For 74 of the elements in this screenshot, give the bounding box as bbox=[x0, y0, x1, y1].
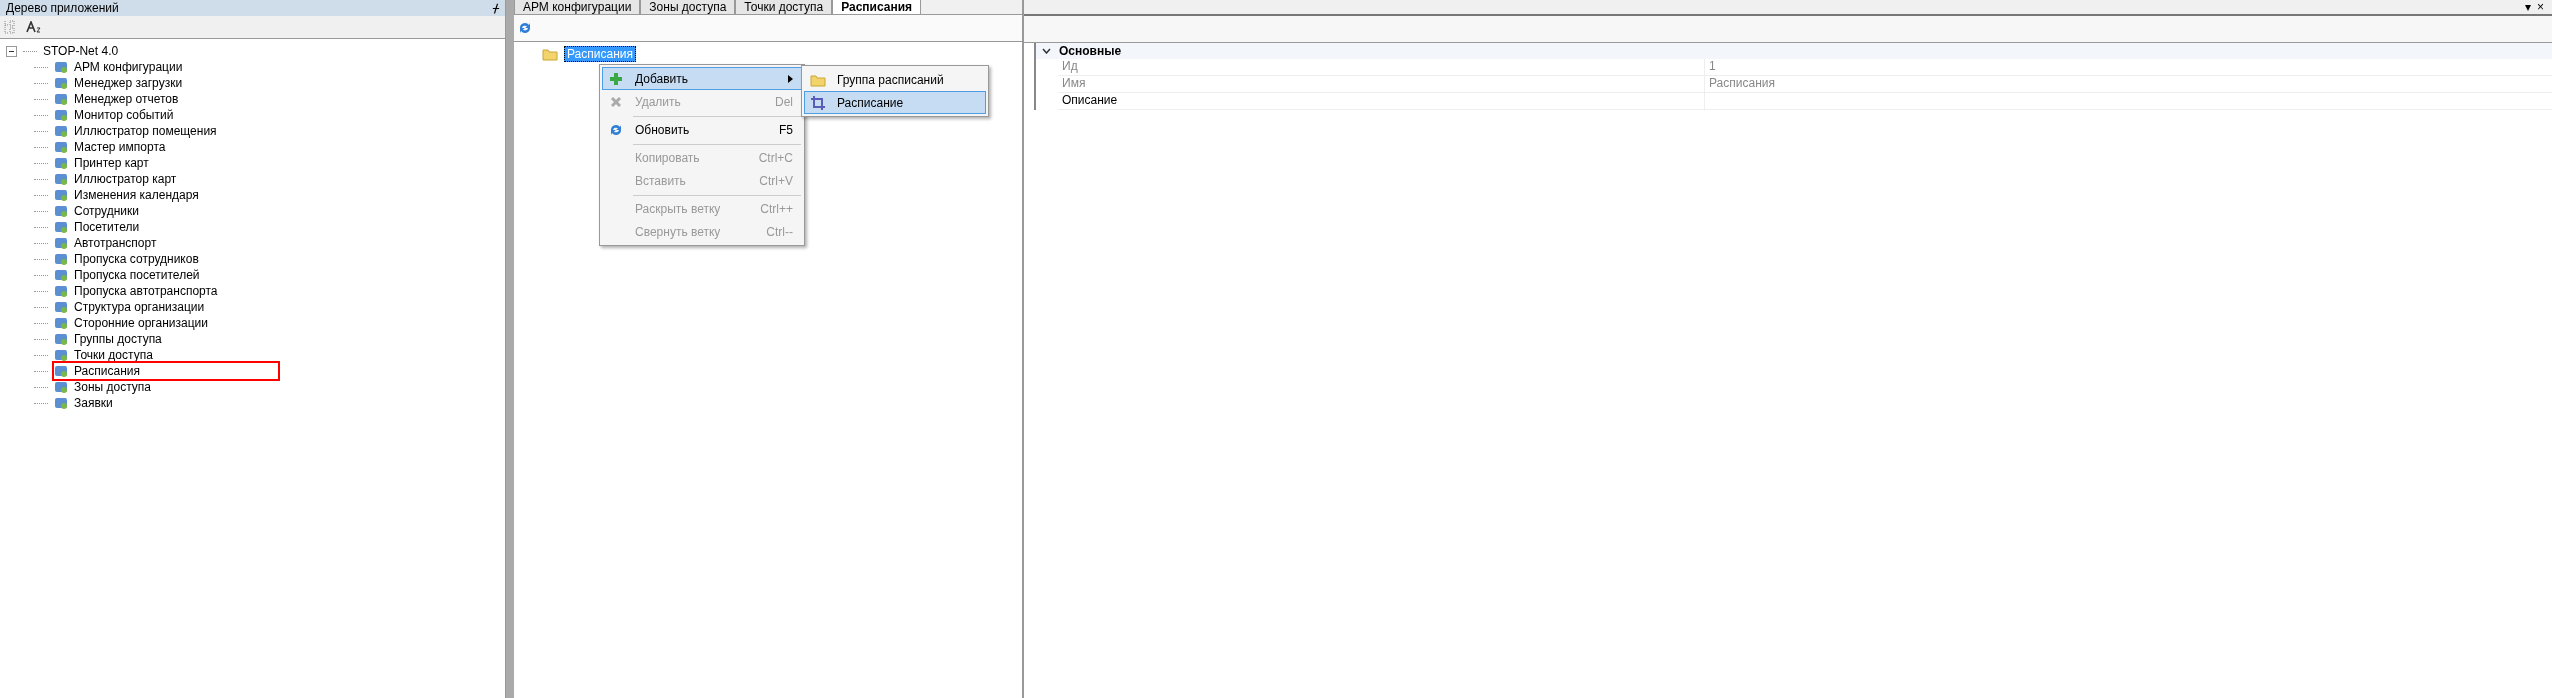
dropdown-button[interactable]: ▾ bbox=[2525, 1, 2531, 13]
tree-item[interactable]: Принтер карт bbox=[54, 155, 153, 171]
tree-item[interactable]: Сотрудники bbox=[54, 203, 143, 219]
module-icon bbox=[54, 316, 68, 330]
tree-item[interactable]: Изменения календаря bbox=[54, 187, 203, 203]
module-icon bbox=[54, 236, 68, 250]
module-icon bbox=[54, 108, 68, 122]
module-icon bbox=[54, 172, 68, 186]
tab[interactable]: Расписания bbox=[832, 0, 922, 14]
module-icon bbox=[54, 284, 68, 298]
plus-icon bbox=[609, 71, 623, 86]
tree-item[interactable]: Мастер импорта bbox=[54, 139, 170, 155]
tree-item[interactable]: Точки доступа bbox=[54, 347, 157, 363]
tree-item[interactable]: Иллюстратор помещения bbox=[54, 123, 221, 139]
module-icon bbox=[54, 92, 68, 106]
category-header[interactable]: Основные bbox=[1036, 43, 2552, 59]
module-icon bbox=[54, 204, 68, 218]
tree-item[interactable]: Посетители bbox=[54, 219, 144, 235]
panel-title: Дерево приложений bbox=[6, 1, 119, 15]
close-button[interactable]: × bbox=[2537, 1, 2544, 13]
module-icon bbox=[54, 364, 68, 378]
property-value[interactable]: Расписания bbox=[1704, 76, 2552, 92]
module-icon bbox=[54, 380, 68, 394]
folder-icon bbox=[542, 47, 558, 61]
tree-root[interactable]: STOP-Net 4.0 bbox=[43, 44, 119, 58]
cross-icon bbox=[610, 95, 622, 108]
tab[interactable]: Точки доступа bbox=[735, 0, 833, 14]
tab[interactable]: АРМ конфигурации bbox=[514, 0, 641, 14]
tree-item[interactable]: Сторонние организации bbox=[54, 315, 212, 331]
tree-item[interactable]: Заявки bbox=[54, 395, 117, 411]
sort-icon[interactable] bbox=[26, 21, 42, 33]
tree-item[interactable]: Менеджер отчетов bbox=[54, 91, 183, 107]
tab[interactable]: Зоны доступа bbox=[640, 0, 736, 14]
property-value[interactable]: 1 bbox=[1704, 59, 2552, 75]
module-icon bbox=[54, 332, 68, 346]
tree-item[interactable]: Группы доступа bbox=[54, 331, 166, 347]
module-icon bbox=[54, 76, 68, 90]
module-icon bbox=[54, 156, 68, 170]
refresh-icon bbox=[518, 21, 532, 35]
module-icon bbox=[54, 348, 68, 362]
tree-item[interactable]: Пропуска посетителей bbox=[54, 267, 204, 283]
tree-item[interactable]: Зоны доступа bbox=[54, 379, 155, 395]
pin-button[interactable]: ᚋ bbox=[493, 2, 499, 14]
module-icon bbox=[54, 396, 68, 410]
menu-item[interactable]: Добавить bbox=[602, 67, 802, 90]
module-icon bbox=[54, 268, 68, 282]
tree-item[interactable]: Автотранспорт bbox=[54, 235, 161, 251]
module-icon bbox=[54, 252, 68, 266]
property-name: Ид bbox=[1061, 59, 1079, 75]
refresh-icon bbox=[609, 122, 623, 137]
tree-item[interactable]: АРМ конфигурации bbox=[54, 59, 187, 75]
tree-item[interactable]: Пропуска сотрудников bbox=[54, 251, 203, 267]
crop-icon bbox=[811, 95, 825, 110]
module-icon bbox=[54, 140, 68, 154]
module-icon bbox=[54, 220, 68, 234]
menu-item[interactable]: Расписание bbox=[804, 91, 986, 114]
tree-item[interactable]: Монитор событий bbox=[54, 107, 178, 123]
tree-item[interactable]: Структура организации bbox=[54, 299, 209, 315]
collapse-toggle[interactable] bbox=[6, 45, 17, 57]
module-icon bbox=[54, 60, 68, 74]
tree-item[interactable]: Пропуска автотранспорта bbox=[54, 283, 222, 299]
module-icon bbox=[54, 300, 68, 314]
tree-item[interactable]: Иллюстратор карт bbox=[54, 171, 181, 187]
folder-icon bbox=[810, 72, 826, 87]
tree-item[interactable]: Расписания bbox=[54, 363, 278, 379]
tree-toggle-icon[interactable] bbox=[4, 20, 16, 34]
property-name: Имя bbox=[1061, 76, 1087, 92]
chevron-icon bbox=[1042, 48, 1051, 54]
tree-item[interactable]: Менеджер загрузки bbox=[54, 75, 187, 91]
submenu-arrow-icon bbox=[788, 74, 793, 83]
property-name: Описание bbox=[1061, 93, 1119, 109]
module-icon bbox=[54, 188, 68, 202]
module-icon bbox=[54, 124, 68, 138]
menu-item[interactable]: Группа расписаний bbox=[804, 68, 986, 91]
